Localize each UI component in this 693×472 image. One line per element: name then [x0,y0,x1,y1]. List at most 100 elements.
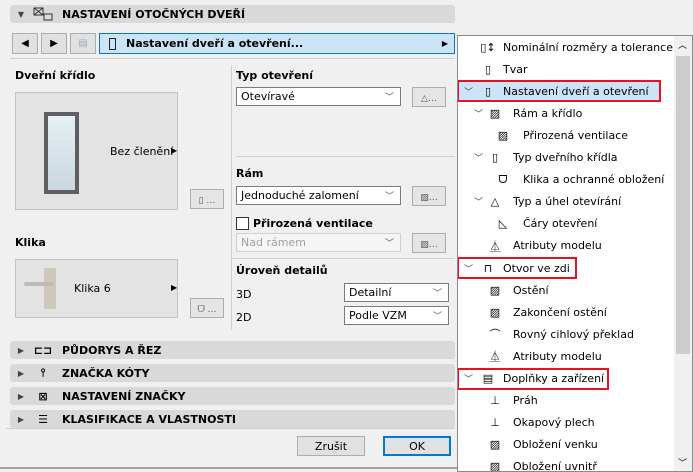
tree-item-label: Otvor ve zdi [503,261,570,275]
tree-item[interactable]: ﹀ ▤ Doplňky a zařízení [458,367,609,390]
select-value: Detailní [349,286,392,299]
wall-opening-icon: ⊓ [483,261,493,275]
chevron-down-icon[interactable]: ﹀ [464,372,473,385]
opening-type-label: Typ otevření [236,69,314,82]
tree-item-label: Typ dveřního křídla [513,151,618,164]
brick-lintel-icon: ⌒ [489,328,501,342]
divider [6,428,455,429]
chevron-down-icon[interactable]: ﹀ [464,262,473,275]
opening-angle-icon: △ [490,195,500,209]
prev-page-button[interactable]: ◀ [12,33,38,54]
ventilation-label: Přirozená ventilace [253,217,373,230]
page-up-icon: ▤ [78,38,88,49]
section-title: ZNAČKA KÓTY [62,366,150,380]
ventilation-icon: ▨… [420,240,438,250]
expand-triangle-icon: ▶ [17,391,25,401]
chevron-down-icon: ﹀ [384,239,394,249]
handle-label: Klika [15,236,46,249]
chevron-down-icon: ﹀ [384,192,394,202]
tree-item-label: Atributy modelu [513,239,602,253]
page-selector[interactable]: Nastavení dveří a otevření... ▶ [99,33,455,54]
section-title: PŮDORYS A ŘEZ [62,343,162,357]
cancel-button[interactable]: Zrušit [297,436,365,456]
detail-2d-select[interactable]: Podle VZM ﹀ [344,306,449,325]
divider [231,65,232,330]
handle-preview-label: Klika 6 [74,282,111,295]
select-value: Podle VZM [349,309,407,322]
detail-label: Úroveň detailů [236,264,328,277]
opening-type-settings-button[interactable]: △… [412,87,446,107]
ventilation-settings-button[interactable]: ▨… [412,233,446,253]
chevron-down-icon[interactable]: ﹀ [474,107,483,120]
leaf-label: Dveřní křídlo [15,69,96,82]
ventilation-select[interactable]: Nad rámem ﹀ [236,233,401,252]
tree-item-label: Nominální rozměry a tolerance [503,40,673,54]
paint-brush-icon: ⏅ [489,239,501,253]
tree-item-label: Atributy modelu [513,349,602,363]
tree-item-label: Obložení venku [513,438,598,452]
opening-type-select[interactable]: Otevíravé ﹀ [236,87,401,106]
page-selector-label: Nastavení dveří a otevření... [126,37,304,50]
tree-item-label: Ostění [513,283,549,297]
accessories-icon: ▤ [482,372,494,385]
chevron-down-icon[interactable]: ﹀ [474,195,483,208]
tree-item-label: Přirozená ventilace [523,128,629,142]
tree-item-label: Nastavení dveří a otevření [503,84,649,98]
section-header[interactable]: ▶ ☰ KLASIFIKACE A VLASTNOSTI [10,410,455,428]
tree-item-label: Typ a úhel otevírání [513,195,622,209]
leaf-preview[interactable]: Bez členění ▶ [15,92,178,210]
section-header[interactable]: ▶ ⊠ NASTAVENÍ ZNAČKY [10,387,455,405]
marker-settings-icon: ⊠ [38,389,48,403]
page-tree-popup: ▯↕ Nominální rozměry a tolerance ▯ Tvar ﹀ ▯ Na… [457,35,693,472]
door-shape-icon: ▯ [484,62,492,76]
detail-3d-label: 3D [236,288,252,301]
parent-page-button[interactable]: ▤ [70,33,96,54]
tree-item-label: Rám a křídlo [513,106,583,120]
expand-triangle-icon: ▶ [17,345,25,355]
tree-item[interactable]: ﹀ ⊓ Otvor ve zdi [458,257,577,279]
scrollbar[interactable]: ︿ ﹀ [674,36,692,471]
chevron-down-icon: ﹀ [384,93,394,103]
detail-3d-select[interactable]: Detailní ﹀ [344,283,449,302]
chevron-down-icon: ﹀ [432,289,442,299]
chevron-down-icon[interactable]: ﹀ [464,85,473,98]
next-page-button[interactable]: ▶ [41,33,67,54]
detail-2d-label: 2D [236,311,252,324]
chevron-down-icon[interactable]: ﹀ [474,151,483,164]
frame-select[interactable]: Jednoduché zalomení ﹀ [236,186,401,205]
select-value: Jednoduché zalomení [241,189,359,202]
chevron-right-icon: ▶ [171,146,178,155]
frame-settings-button[interactable]: ▨… [412,186,446,206]
scroll-down-icon[interactable]: ﹀ [678,456,687,469]
tree-item-label: Práh [513,394,538,408]
tree-item-label: Čáry otevření [523,217,598,231]
section-header[interactable]: ▶ ⫯ ZNAČKA KÓTY [10,364,455,382]
scrollbar-thumb[interactable] [676,56,690,354]
handle-settings-button[interactable]: ᗜ … [190,298,224,318]
tree-item-label: Doplňky a zařízení [503,372,605,385]
tree-item-label: Rovný cihlový překlad [513,327,634,341]
door-icon: ▯ [484,84,492,98]
tree-item[interactable]: ﹀ ▯ Nastavení dveří a otevření [458,80,661,103]
ventilation-icon: ▨ [497,128,509,142]
leaf-preview-label: Bez členění [110,145,174,158]
leaf-settings-button[interactable]: ▯ … [190,189,224,209]
opening-angle-icon: △… [421,94,437,104]
tree-item-label: Zakončení ostění [513,305,607,319]
handle-lever [24,282,54,286]
dimension-marker-icon: ⫯ [40,366,46,379]
opening-lines-icon: ◺ [498,217,508,231]
scroll-up-icon[interactable]: ︿ [678,38,687,51]
floorplan-icon: ⊏⊐ [33,343,53,357]
section-header[interactable]: ▶ ⊏⊐ PŮDORYS A ŘEZ [10,341,455,359]
section-title: NASTAVENÍ OTOČNÝCH DVEŘÍ [62,7,246,21]
ok-button[interactable]: OK [383,436,451,456]
handle-preview[interactable]: Klika 6 ▶ [15,259,178,318]
divider [10,58,455,59]
section-header-door-settings[interactable]: ▼ NASTAVENÍ OTOČNÝCH DVEŘÍ [10,5,455,23]
ventilation-checkbox[interactable] [236,217,249,230]
inside-trim-icon: ▨ [489,460,501,472]
tree-item-label: Tvar [503,62,528,76]
tree-item-label: Okapový plech [513,416,595,430]
chevron-right-icon: ▶ [441,39,448,48]
